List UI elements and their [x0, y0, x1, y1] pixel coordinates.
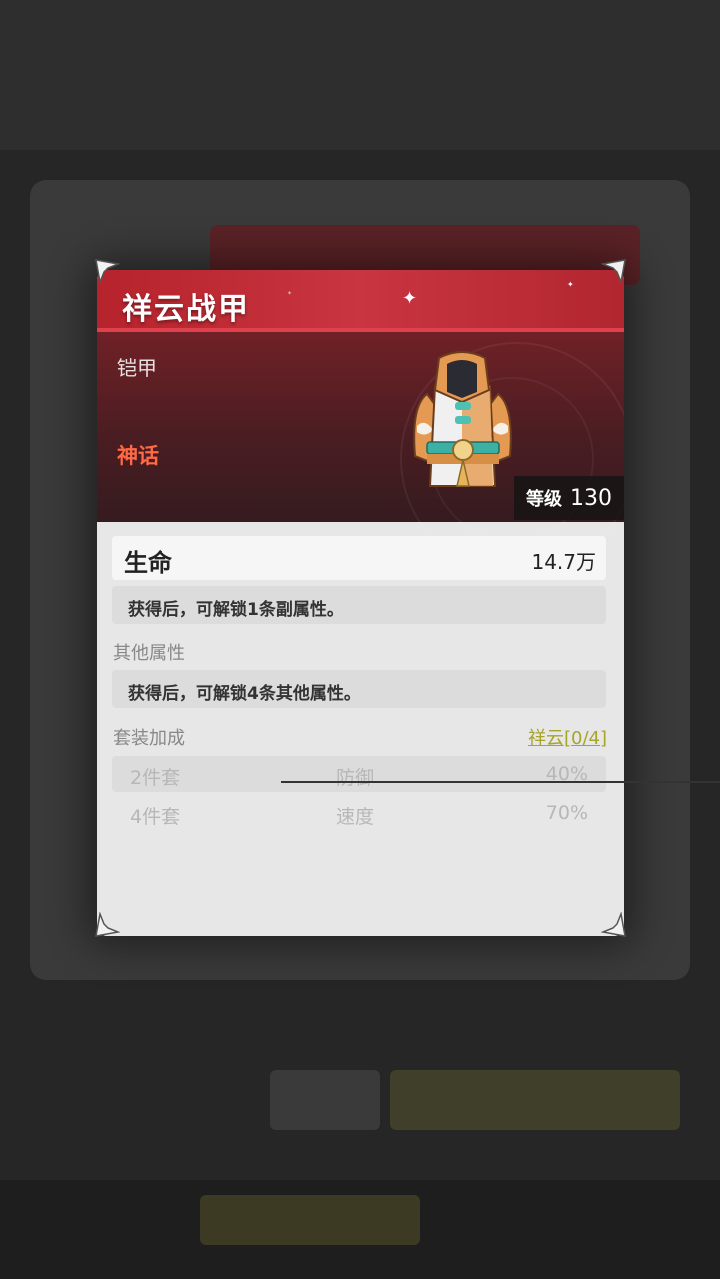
item-rarity: 神话	[117, 444, 159, 468]
set-link[interactable]: 祥云[0/4]	[528, 724, 607, 750]
set-stat: 防御	[336, 767, 375, 789]
divider-line	[281, 781, 720, 783]
main-stat-row: 生命 14.7万	[112, 536, 606, 580]
set-pieces: 2件套	[130, 767, 181, 789]
corner-ornament-icon	[601, 912, 626, 937]
item-level: 等级 130	[514, 476, 624, 520]
bg-yellow-button	[200, 1195, 420, 1245]
main-stat-note-row: 获得后，可解锁1条副属性。	[112, 586, 606, 624]
card-header: ✦ ✦ ✦ 祥云战甲	[97, 270, 624, 332]
armor-item-icon	[413, 351, 512, 487]
corner-ornament-icon	[95, 912, 120, 937]
level-label: 等级	[526, 489, 562, 510]
bg-button-right	[390, 1070, 680, 1130]
item-detail-card: ✦ ✦ ✦ 祥云战甲 铠甲 神话 等级 130 生命 14.7万 获得后，可解锁…	[97, 270, 624, 936]
level-value: 130	[570, 485, 612, 511]
main-stat-label: 生命	[124, 549, 172, 577]
sparkle-icon: ✦	[567, 280, 574, 289]
corner-ornament-icon	[95, 259, 120, 284]
set-bonus-row: 4件套 速度 70%	[112, 795, 606, 831]
other-stats-label: 其他属性	[113, 643, 185, 664]
sparkle-icon: ✦	[402, 288, 418, 309]
bg-top-bar	[0, 0, 720, 150]
set-bonus-label: 套装加成	[113, 728, 185, 749]
set-stat: 速度	[336, 806, 375, 828]
set-bonus-row: 2件套 防御 40%	[112, 756, 606, 792]
other-stats-note: 获得后，可解锁4条其他属性。	[128, 684, 361, 704]
bg-button-left	[270, 1070, 380, 1130]
item-name: 祥云战甲	[122, 292, 250, 327]
set-pieces: 4件套	[130, 806, 181, 828]
set-value: 70%	[545, 802, 588, 824]
sparkle-icon: ✦	[287, 290, 293, 297]
item-banner: 铠甲 神话 等级 130	[97, 332, 624, 576]
corner-ornament-icon	[601, 259, 626, 284]
main-stat-note: 获得后，可解锁1条副属性。	[128, 600, 344, 620]
other-stats-note-row: 获得后，可解锁4条其他属性。	[112, 670, 606, 708]
item-type: 铠甲	[117, 356, 157, 380]
main-stat-value: 14.7万	[531, 550, 596, 574]
